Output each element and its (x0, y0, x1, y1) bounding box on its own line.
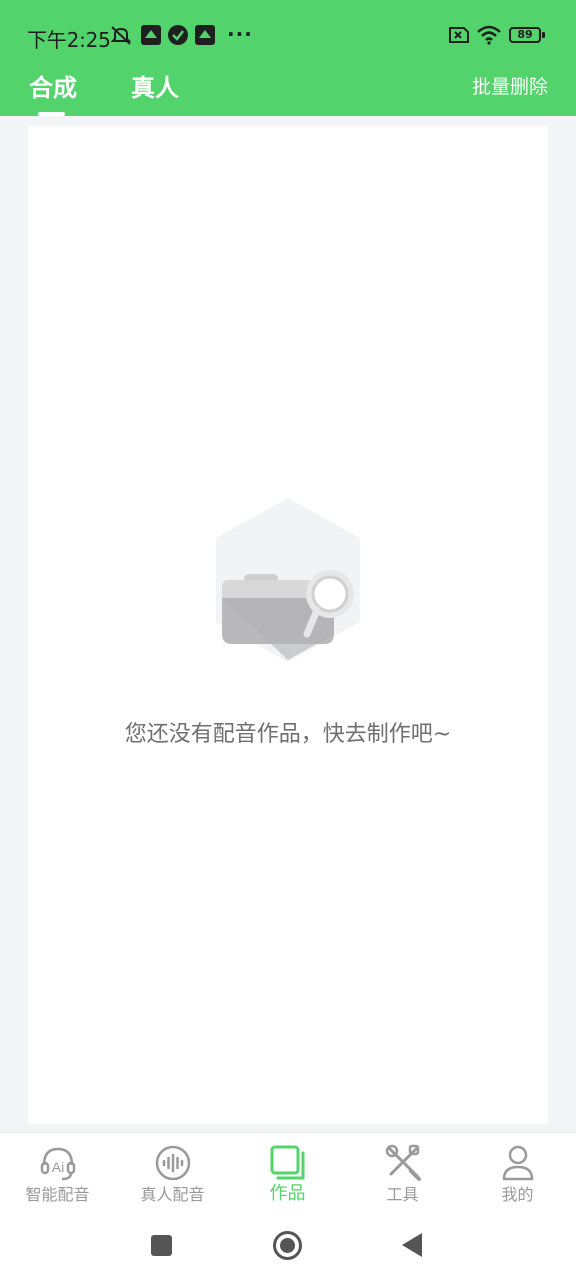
profile-icon (502, 1145, 534, 1181)
nav-item-ai-dubbing[interactable]: Ai 智能配音 (0, 1133, 115, 1211)
home-button[interactable] (273, 1231, 302, 1260)
tab-synthesis[interactable]: 合成 (29, 68, 77, 103)
tab-bar: 合成 真人 批量删除 (0, 62, 576, 116)
nav-label: 作品 (269, 1183, 306, 1204)
batch-delete-button[interactable]: 批量删除 (472, 72, 548, 99)
bottom-nav: Ai 智能配音 真人配音 作品 工具 我的 (0, 1132, 576, 1211)
works-icon (270, 1145, 305, 1180)
empty-state-message: 您还没有配音作品，快去制作吧~ (124, 722, 452, 747)
wifi-icon (477, 25, 501, 45)
nav-label: 真人配音 (140, 1185, 205, 1204)
battery-icon: 89 (509, 27, 541, 43)
app-notification-icon (195, 25, 215, 45)
active-tab-indicator (38, 112, 65, 116)
header: 下午2:25 ··· 89 合成 真人 批量删除 (0, 0, 576, 116)
back-icon[interactable] (400, 1232, 424, 1258)
status-bar: 下午2:25 ··· 89 (0, 0, 576, 70)
check-notification-icon (168, 25, 188, 45)
more-notifications-icon: ··· (227, 22, 253, 46)
nav-label: 智能配音 (25, 1185, 90, 1204)
nav-label: 工具 (386, 1185, 419, 1204)
app-notification-icon (141, 25, 161, 45)
nav-label: 我的 (501, 1185, 534, 1204)
empty-folder-search-icon (216, 498, 360, 662)
battery-tip (542, 32, 545, 38)
tab-real-person[interactable]: 真人 (131, 68, 179, 103)
soundwave-icon (155, 1145, 191, 1181)
battery-level: 89 (517, 28, 533, 41)
no-sim-icon (449, 27, 469, 43)
nav-item-profile[interactable]: 我的 (460, 1133, 575, 1211)
ai-headset-icon: Ai (40, 1147, 76, 1181)
tools-icon (385, 1144, 421, 1181)
nav-item-real-dubbing[interactable]: 真人配音 (115, 1133, 230, 1211)
system-nav-bar (0, 1210, 576, 1280)
nav-item-works[interactable]: 作品 (230, 1133, 345, 1211)
recent-apps-button[interactable] (151, 1235, 172, 1256)
mute-notification-icon (110, 26, 132, 45)
svg-text:Ai: Ai (52, 1159, 64, 1175)
home-button-dot (280, 1238, 295, 1253)
nav-item-tools[interactable]: 工具 (345, 1133, 460, 1211)
status-time: 下午2:25 (27, 28, 111, 52)
